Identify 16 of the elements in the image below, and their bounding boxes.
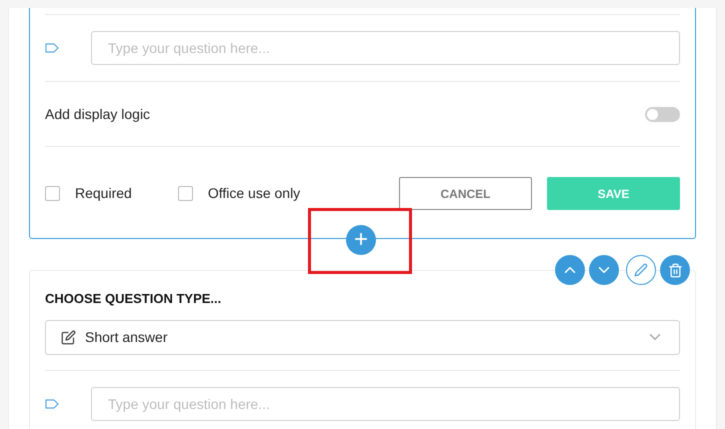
display-logic-label: Add display logic (45, 104, 150, 124)
edit-icon (61, 330, 76, 344)
display-logic-toggle[interactable] (645, 106, 680, 122)
tag-icon (45, 398, 59, 408)
tag-icon (45, 43, 59, 53)
question-field[interactable]: Type your question here... (91, 386, 680, 420)
checkbox-label: Required (75, 184, 132, 203)
cancel-button[interactable]: CANCEL (399, 177, 532, 210)
question-type-select[interactable]: Short answer (45, 320, 680, 354)
checkbox-label: Office use only (208, 184, 300, 203)
trash-icon (668, 262, 682, 278)
section-heading: CHOOSE QUESTION TYPE... (45, 290, 222, 308)
checkbox[interactable] (45, 186, 60, 201)
checkbox[interactable] (178, 186, 193, 201)
question-field[interactable]: Type your question here... (91, 31, 680, 65)
pencil-icon (634, 263, 648, 277)
